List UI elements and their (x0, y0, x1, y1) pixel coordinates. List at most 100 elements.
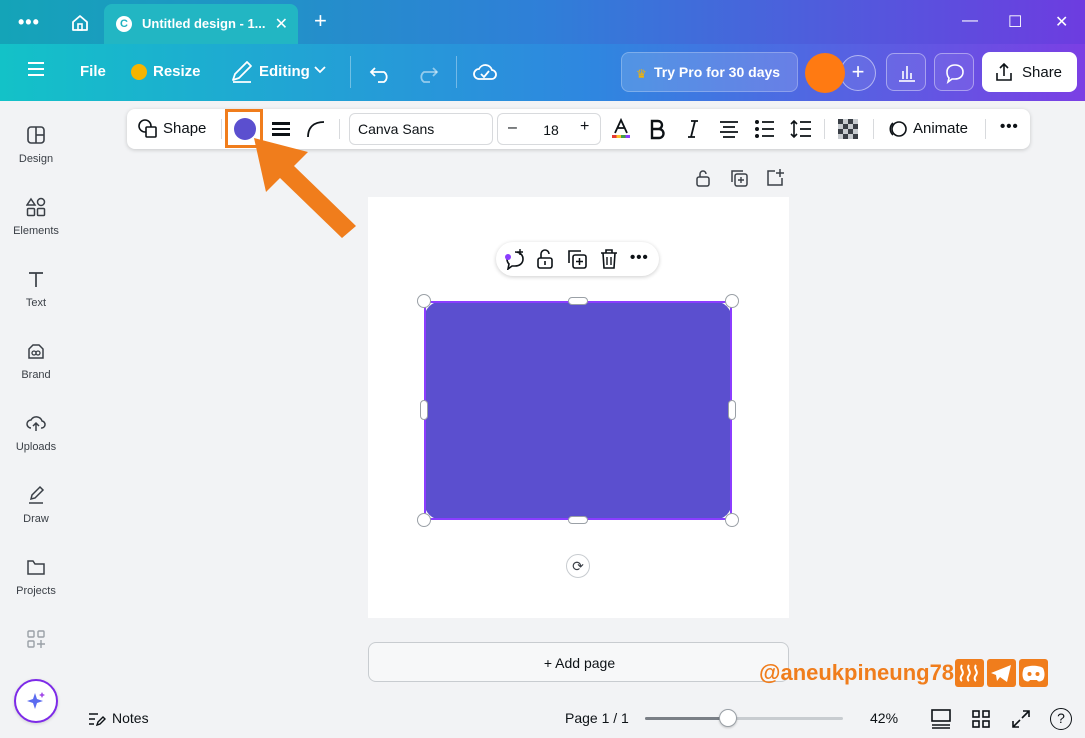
canva-logo-icon: C (116, 16, 132, 32)
grid-view-icon[interactable] (970, 708, 992, 730)
resize-handle-top[interactable] (568, 297, 588, 305)
element-more-button[interactable]: ••• (630, 249, 649, 266)
resize-button[interactable]: Resize (153, 63, 201, 80)
annotation-arrow-icon (254, 138, 356, 238)
sidebar-item-brand[interactable]: Brand (0, 341, 72, 401)
file-menu-button[interactable]: File (80, 63, 106, 80)
sidebar-item-projects[interactable]: Projects (0, 557, 72, 617)
duplicate-icon[interactable] (566, 248, 588, 270)
sidebar-item-text[interactable]: Text (0, 269, 72, 329)
try-pro-label: Try Pro for 30 days (654, 64, 781, 80)
rotate-handle-icon[interactable]: ⟳ (566, 554, 590, 578)
cloud-saved-icon[interactable] (472, 58, 498, 86)
notes-icon (89, 713, 106, 727)
share-button[interactable]: Share (982, 52, 1077, 92)
undo-icon[interactable] (368, 58, 394, 86)
zoom-percentage[interactable]: 42% (870, 710, 898, 726)
uploads-icon (26, 416, 46, 431)
sidebar-item-label: Elements (13, 225, 59, 237)
close-window-button[interactable]: ✕ (1055, 12, 1068, 32)
header-divider (350, 56, 351, 88)
resize-handle-bottom-right[interactable] (725, 513, 739, 527)
minimize-button[interactable]: — (962, 12, 978, 30)
sidebar-item-label: Brand (21, 369, 51, 381)
selection-frame (424, 301, 732, 520)
hamburger-menu-icon[interactable] (28, 62, 44, 76)
lock-page-icon[interactable] (693, 168, 713, 188)
element-floating-toolbar: ••• (496, 242, 659, 276)
header-divider (456, 56, 457, 88)
resize-handle-top-left[interactable] (417, 294, 431, 308)
crown-icon (131, 64, 147, 80)
toolbar-divider (873, 119, 874, 139)
bold-icon[interactable] (646, 118, 668, 140)
help-button[interactable]: ? (1050, 708, 1072, 730)
fullscreen-icon[interactable] (1010, 708, 1032, 730)
new-tab-button[interactable]: + (314, 8, 327, 34)
sidebar-item-elements[interactable]: Elements (0, 197, 72, 257)
animate-button[interactable]: Animate (913, 120, 968, 137)
lock-icon[interactable] (534, 248, 556, 270)
bar-chart-icon (899, 66, 915, 82)
trash-icon[interactable] (598, 248, 620, 270)
decrease-size-button[interactable]: – (508, 119, 517, 137)
magic-assistant-button[interactable] (14, 679, 58, 723)
italic-icon[interactable] (682, 118, 704, 140)
magic-comment-icon[interactable] (504, 248, 526, 270)
insights-button[interactable] (886, 53, 926, 91)
social-icons (955, 659, 1048, 687)
page-view-icon[interactable] (930, 708, 952, 730)
draw-icon (29, 485, 45, 504)
resize-handle-left[interactable] (420, 400, 428, 420)
page-indicator[interactable]: Page 1 / 1 (565, 710, 629, 726)
sidebar-item-draw[interactable]: Draw (0, 485, 72, 545)
toolbar-divider (985, 119, 986, 139)
invite-member-button[interactable]: + (840, 55, 876, 91)
apps-icon[interactable] (26, 629, 46, 649)
resize-handle-right[interactable] (728, 400, 736, 420)
avatar[interactable] (805, 53, 845, 93)
try-pro-button[interactable]: ♛ Try Pro for 30 days (621, 52, 798, 92)
resize-handle-bottom[interactable] (568, 516, 588, 524)
add-page-button[interactable]: + Add page (368, 642, 789, 682)
share-label: Share (1022, 64, 1063, 81)
line-spacing-icon[interactable] (790, 118, 812, 140)
tab-untitled-design[interactable]: C Untitled design - 1... ✕ (104, 4, 298, 44)
shape-icon (138, 119, 157, 138)
window-menu-button[interactable]: ••• (18, 12, 40, 33)
resize-handle-bottom-left[interactable] (417, 513, 431, 527)
tab-close-icon[interactable]: ✕ (275, 14, 288, 34)
elements-icon (26, 197, 46, 217)
resize-handle-top-right[interactable] (725, 294, 739, 308)
maximize-button[interactable]: ☐ (1008, 12, 1022, 32)
editing-mode-button[interactable]: Editing (259, 63, 310, 80)
duplicate-page-icon[interactable] (729, 168, 749, 188)
share-upload-icon (996, 62, 1012, 81)
zoom-slider[interactable] (645, 709, 843, 727)
increase-size-button[interactable]: + (580, 118, 589, 136)
pencil-icon (232, 61, 252, 83)
sparkle-icon (27, 692, 45, 709)
bullet-list-icon[interactable] (754, 118, 776, 140)
home-icon[interactable] (70, 13, 90, 33)
notes-button[interactable]: Notes (88, 710, 158, 728)
font-size-input[interactable]: 18 (536, 122, 566, 138)
transparency-icon[interactable] (837, 118, 859, 140)
watermark-text: @aneukpineung78 (759, 660, 955, 685)
shape-type-button[interactable]: Shape (163, 120, 206, 137)
sidebar-item-design[interactable]: Design (0, 125, 72, 185)
zoom-slider-handle[interactable] (719, 709, 737, 727)
align-center-icon[interactable] (718, 118, 740, 140)
comments-button[interactable] (934, 53, 974, 91)
text-color-icon[interactable] (610, 118, 632, 140)
redo-icon[interactable] (414, 58, 440, 86)
sidebar-item-uploads[interactable]: Uploads (0, 413, 72, 473)
chevron-down-icon[interactable] (312, 62, 328, 78)
sidebar-item-label: Uploads (15, 441, 57, 453)
font-family-select[interactable]: Canva Sans (349, 113, 493, 145)
sidebar-item-label: Draw (23, 513, 49, 525)
more-options-button[interactable]: ••• (1000, 118, 1019, 135)
add-page-label: + Add page (543, 655, 616, 671)
sidebar-item-label: Projects (16, 585, 56, 597)
add-page-icon[interactable] (765, 168, 785, 188)
